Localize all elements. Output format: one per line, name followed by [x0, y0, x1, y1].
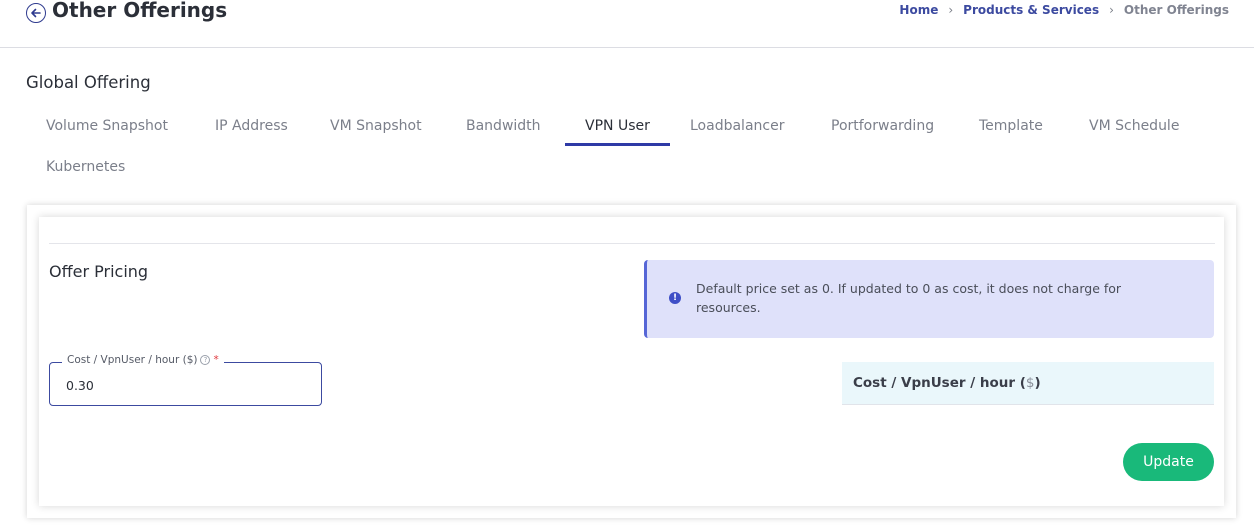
page-title: Other Offerings [52, 0, 228, 22]
info-icon: ! [669, 292, 681, 304]
tab-vpn-user[interactable]: VPN User [565, 108, 670, 146]
cost-field-label-text: Cost / VpnUser / hour ($) [67, 354, 198, 366]
required-mark: * [213, 354, 219, 366]
info-alert-text: Default price set as 0. If updated to 0 … [696, 281, 1122, 315]
tab-portforwarding[interactable]: Portforwarding [831, 108, 934, 146]
update-button[interactable]: Update [1123, 443, 1214, 481]
cost-field: Cost / VpnUser / hour ($) ? * [49, 354, 322, 406]
tab-ip-address[interactable]: IP Address [215, 108, 288, 146]
tab-loadbalancer[interactable]: Loadbalancer [690, 108, 784, 146]
back-arrow-icon[interactable] [26, 3, 46, 23]
breadcrumb-products-services[interactable]: Products & Services [963, 3, 1099, 17]
offer-pricing-title: Offer Pricing [49, 262, 149, 281]
tab-template[interactable]: Template [979, 108, 1043, 146]
page-header: Other Offerings Home › Products & Servic… [0, 0, 1254, 48]
tab-kubernetes[interactable]: Kubernetes [46, 149, 125, 187]
cost-header-close: ) [1034, 375, 1041, 391]
breadcrumb: Home › Products & Services › Other Offer… [899, 3, 1229, 17]
cost-header-label: Cost / VpnUser / hour ( [853, 375, 1026, 391]
breadcrumb-current: Other Offerings [1123, 3, 1229, 17]
tab-volume-snapshot[interactable]: Volume Snapshot [46, 108, 168, 146]
cost-column-header: Cost / VpnUser / hour ($) [842, 362, 1214, 405]
cost-field-label: Cost / VpnUser / hour ($) ? * [62, 354, 224, 366]
tab-bandwidth[interactable]: Bandwidth [466, 108, 541, 146]
breadcrumb-home[interactable]: Home [899, 3, 938, 17]
section-title: Global Offering [26, 73, 151, 92]
cost-input[interactable] [66, 375, 306, 395]
card-divider [49, 243, 1215, 244]
tab-vm-schedule[interactable]: VM Schedule [1089, 108, 1179, 146]
chevron-right-icon: › [948, 3, 954, 17]
help-icon[interactable]: ? [200, 355, 211, 365]
info-alert: ! Default price set as 0. If updated to … [644, 260, 1214, 338]
chevron-right-icon: › [1109, 3, 1114, 17]
tab-vm-snapshot[interactable]: VM Snapshot [330, 108, 422, 146]
